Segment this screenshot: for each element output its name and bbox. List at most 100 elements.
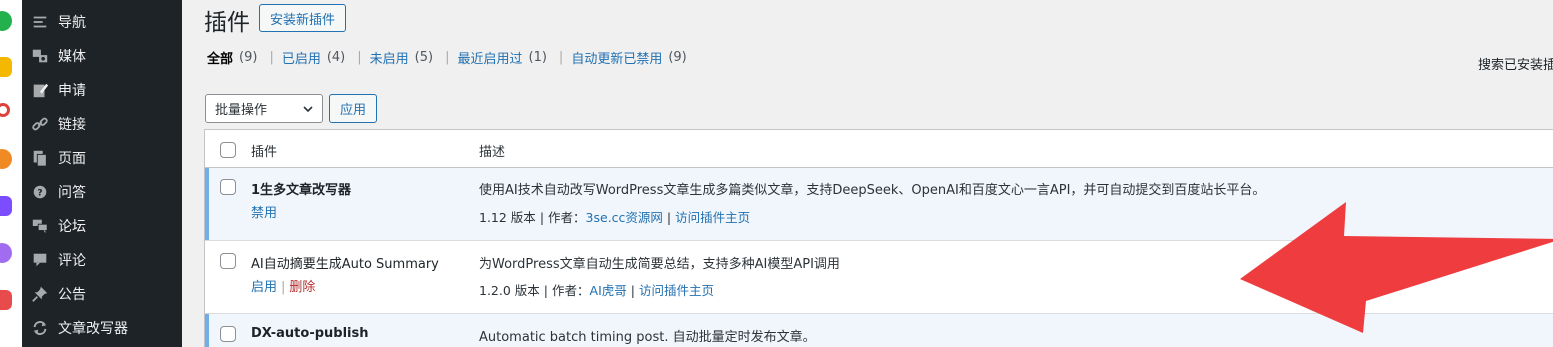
question-icon: ?: [30, 182, 50, 202]
media-icon: [30, 46, 50, 66]
delete-link[interactable]: 删除: [289, 280, 315, 295]
add-new-plugin-button[interactable]: 安装新插件: [259, 4, 346, 32]
row-checkbox[interactable]: [220, 179, 236, 195]
filter-separator: |: [558, 50, 564, 65]
plugin-description: 为WordPress文章自动生成简要总结，支持多种AI模型API调用: [479, 257, 840, 272]
row-checkbox[interactable]: [220, 253, 236, 269]
filter-recently-active[interactable]: 最近启用过: [457, 48, 522, 67]
pages-icon: [30, 148, 50, 168]
bulk-action-select[interactable]: 批量操作: [205, 94, 323, 123]
author-link[interactable]: 3se.cc资源网: [586, 210, 663, 225]
search-plugins-label: 搜索已安装插: [1478, 58, 1553, 73]
sidebar-item-nav[interactable]: 导航: [22, 5, 182, 39]
table-row: DX-auto-publish Automatic batch timing p…: [205, 314, 1553, 347]
plugins-page: 插件 安装新插件 全部 (9) | 已启用 (4) | 未启用 (5) | 最近…: [182, 0, 1553, 347]
column-header-description: 描述: [479, 145, 506, 160]
sidebar-item-announcements[interactable]: 公告: [22, 277, 182, 311]
refresh-icon: [30, 318, 50, 338]
edit-note-icon: [30, 80, 50, 100]
plugin-meta: 1.12 版本 | 作者：3se.cc资源网 | 访问插件主页: [479, 207, 750, 226]
sidebar-item-comments[interactable]: 评论: [22, 243, 182, 277]
red-app-icon[interactable]: [0, 290, 12, 310]
yellow-app-icon[interactable]: [0, 57, 12, 77]
meta-separator: |: [666, 210, 672, 225]
filter-active[interactable]: 已启用: [282, 48, 321, 67]
app-dock: [0, 0, 22, 347]
meta-separator: |: [539, 210, 545, 225]
sidebar-item-media[interactable]: 媒体: [22, 39, 182, 73]
plugin-version: 1.12 版本: [479, 210, 536, 225]
author-link[interactable]: AI虎哥: [590, 283, 627, 298]
sidebar-item-label: 问答: [58, 185, 86, 201]
sidebar-item-qa[interactable]: ? 问答: [22, 175, 182, 209]
sidebar-item-forum[interactable]: 论坛: [22, 209, 182, 243]
sidebar-item-label: 论坛: [58, 219, 86, 235]
filter-separator: |: [357, 50, 362, 65]
plugin-meta: 1.2.0 版本 | 作者：AI虎哥 | 访问插件主页: [479, 280, 714, 299]
plugin-description: 使用AI技术自动改写WordPress文章生成多篇类似文章，支持DeepSeek…: [479, 183, 1266, 198]
green-app-icon[interactable]: [0, 11, 12, 31]
chevron-down-icon: [303, 106, 313, 113]
forum-icon: [30, 216, 50, 236]
meta-separator: |: [630, 283, 635, 298]
plugins-table: 插件 描述 1生多文章改写器 禁用 使用AI技术自动改写WordPress文章生…: [204, 129, 1553, 347]
action-separator: |: [281, 280, 286, 295]
apply-button[interactable]: 应用: [329, 94, 377, 123]
sidebar-item-label: 媒体: [58, 49, 86, 65]
plugin-version: 1.2.0 版本: [479, 283, 540, 298]
filter-auto-update-disabled[interactable]: 自动更新已禁用: [571, 48, 662, 67]
sidebar-item-label: 评论: [58, 253, 86, 269]
visit-plugin-site-link[interactable]: 访问插件主页: [675, 210, 750, 225]
sidebar-item-pages[interactable]: 页面: [22, 141, 182, 175]
filter-count: (1): [528, 50, 547, 65]
filter-all[interactable]: 全部: [207, 48, 233, 67]
pin-icon: [30, 284, 50, 304]
filter-count: (9): [239, 50, 258, 65]
plugin-description: Automatic batch timing post. 自动批量定时发布文章。: [479, 330, 816, 345]
bulk-action-value: 批量操作: [215, 103, 268, 118]
author-label: 作者：: [548, 210, 586, 225]
sidebar-item-label: 页面: [58, 151, 86, 167]
deactivate-link[interactable]: 禁用: [251, 206, 277, 221]
admin-sidebar: 导航 媒体 申请 链接 页面 ? 问答 论坛 评论 公告 文章改写器: [22, 0, 182, 347]
author-label: 作者：: [552, 283, 590, 298]
sidebar-item-rewriter[interactable]: 文章改写器: [22, 311, 182, 345]
row-actions: 禁用: [251, 202, 277, 221]
filter-inactive[interactable]: 未启用: [370, 48, 409, 67]
meta-separator: |: [543, 283, 548, 298]
filter-separator: |: [269, 50, 274, 65]
sidebar-item-apply[interactable]: 申请: [22, 73, 182, 107]
sidebar-item-links[interactable]: 链接: [22, 107, 182, 141]
plugin-status-filters: 全部 (9) | 已启用 (4) | 未启用 (5) | 最近启用过 (1) |…: [207, 48, 687, 67]
sidebar-item-label: 申请: [58, 83, 86, 99]
page-title: 插件: [204, 10, 250, 36]
plugin-name: AI自动摘要生成Auto Summary: [251, 257, 439, 272]
visit-plugin-site-link[interactable]: 访问插件主页: [639, 283, 714, 298]
orange-app-icon[interactable]: [0, 149, 12, 169]
filter-count: (4): [326, 50, 346, 65]
table-header: 插件 描述: [205, 130, 1553, 168]
plugin-name: DX-auto-publish: [251, 326, 369, 341]
filter-separator: |: [445, 50, 450, 65]
red-network-app-icon[interactable]: [0, 103, 10, 117]
violet-app-icon[interactable]: [0, 243, 12, 263]
link-icon: [30, 114, 50, 134]
column-header-plugin: 插件: [251, 145, 278, 160]
comment-icon: [30, 250, 50, 270]
select-all-checkbox[interactable]: [220, 142, 236, 158]
sidebar-item-label: 导航: [58, 15, 86, 31]
svg-text:?: ?: [37, 189, 42, 199]
plugin-name: 1生多文章改写器: [251, 183, 352, 198]
table-row: AI自动摘要生成Auto Summary 启用 | 删除 为WordPress文章自…: [205, 241, 1553, 314]
menu-lines-icon: [30, 12, 50, 32]
sidebar-item-label: 链接: [58, 117, 86, 133]
row-actions: 启用 | 删除: [251, 276, 315, 295]
table-row: 1生多文章改写器 禁用 使用AI技术自动改写WordPress文章生成多篇类似文…: [205, 168, 1553, 241]
row-checkbox[interactable]: [220, 326, 236, 342]
activate-link[interactable]: 启用: [251, 280, 277, 295]
filter-count: (5): [414, 50, 434, 65]
sidebar-item-label: 公告: [58, 287, 86, 303]
filter-count: (9): [668, 50, 687, 65]
purple-app-icon[interactable]: [0, 196, 12, 216]
sidebar-item-label: 文章改写器: [58, 321, 128, 337]
